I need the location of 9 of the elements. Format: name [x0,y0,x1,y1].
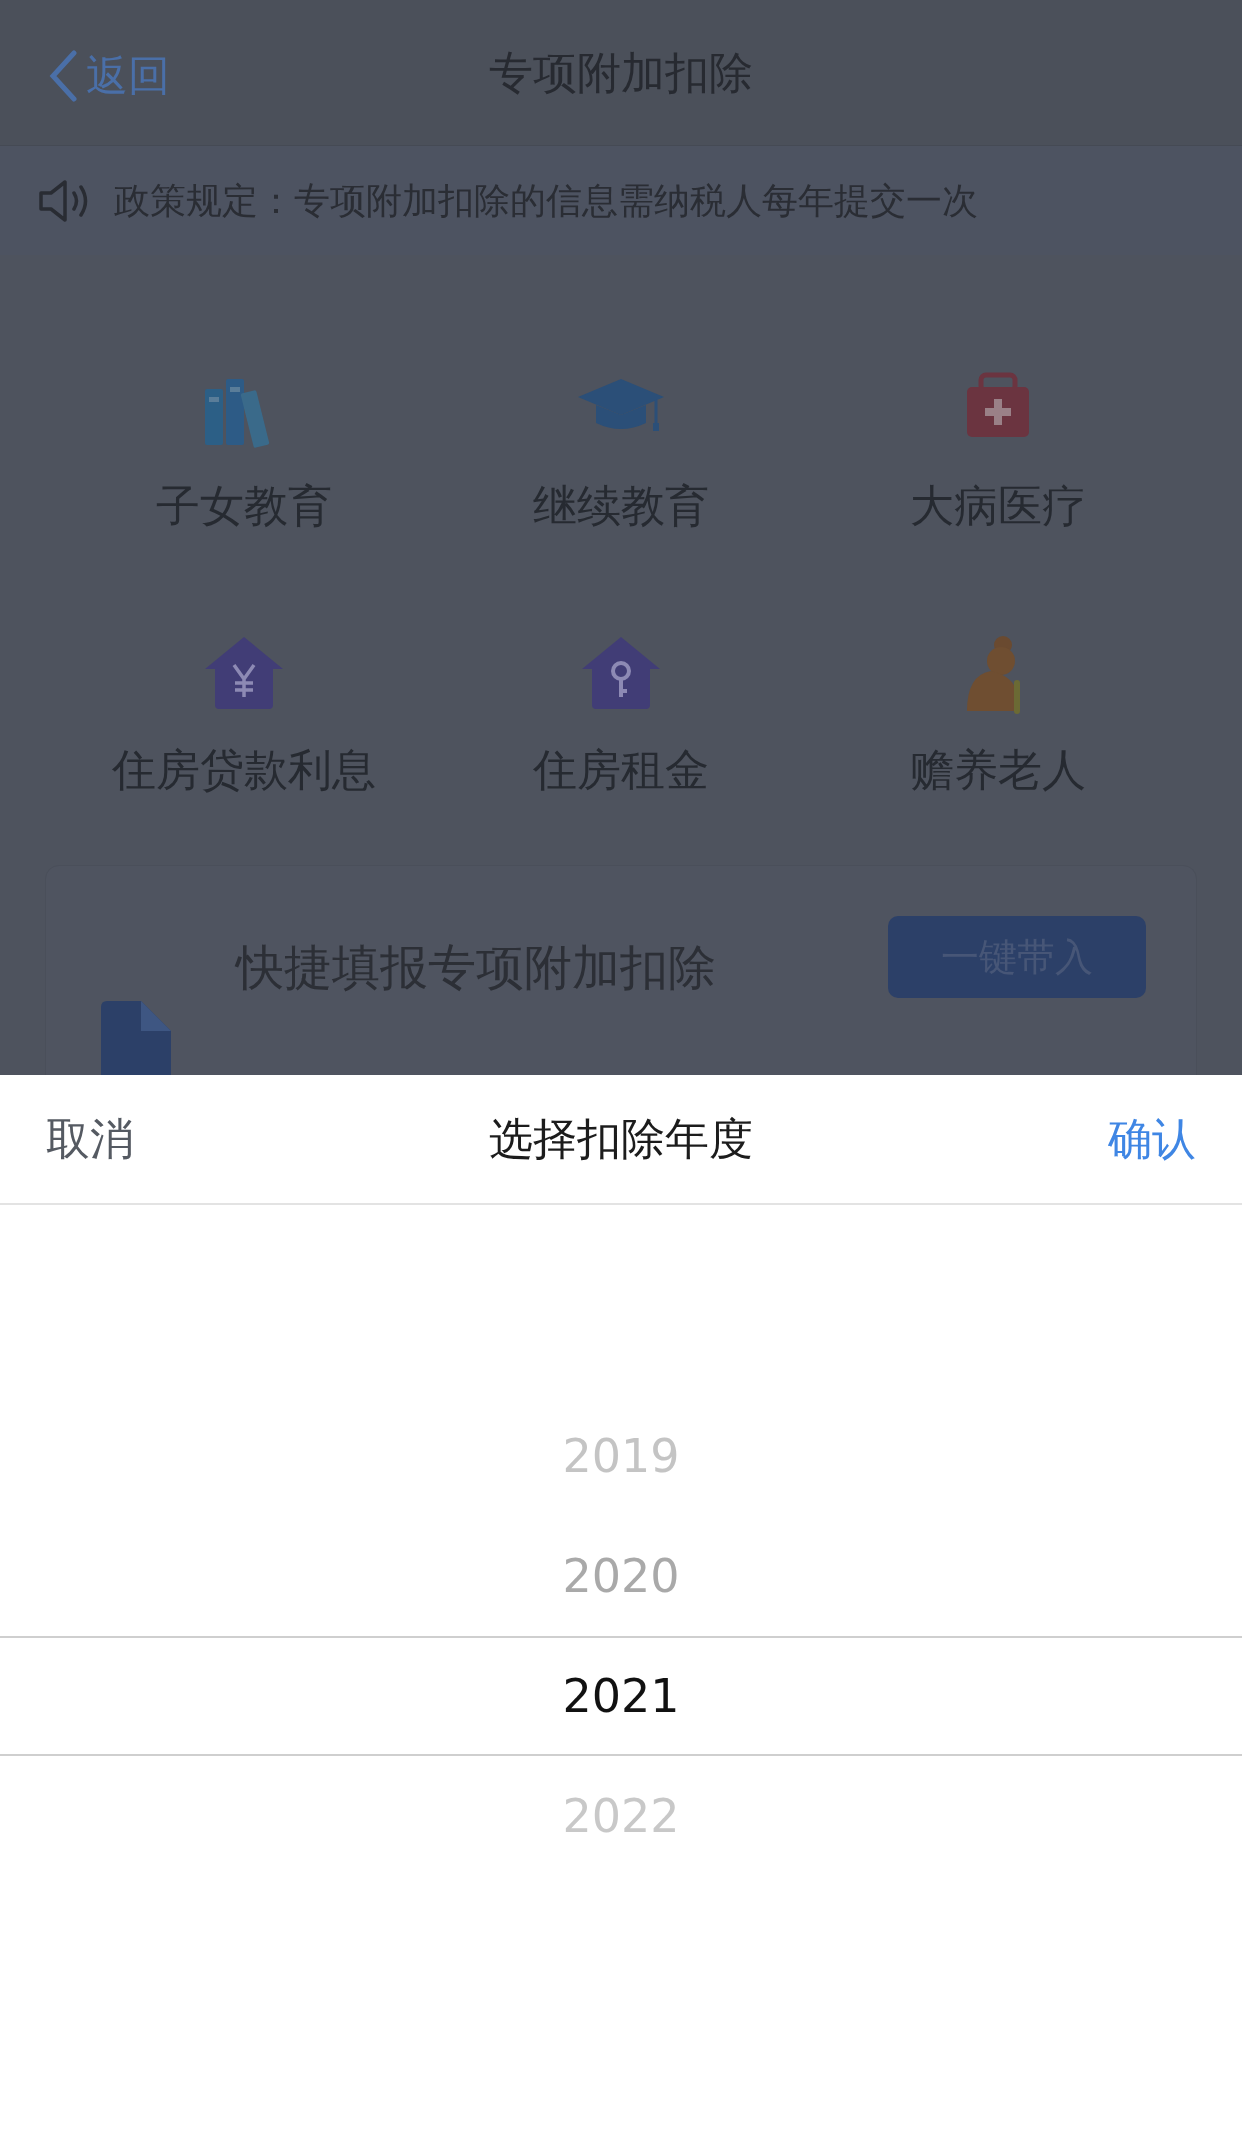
year-option[interactable]: 2021 [0,1636,1242,1756]
back-icon [48,49,78,102]
confirm-button[interactable]: 确认 [1108,1106,1196,1172]
cancel-button[interactable]: 取消 [46,1106,134,1172]
year-option[interactable]: 2020 [0,1516,1242,1636]
document-icon [101,1001,171,1075]
year-option[interactable]: 2019 [0,1396,1242,1516]
sheet-title: 选择扣除年度 [489,1112,753,1166]
back-button[interactable]: 返回 [48,44,170,107]
